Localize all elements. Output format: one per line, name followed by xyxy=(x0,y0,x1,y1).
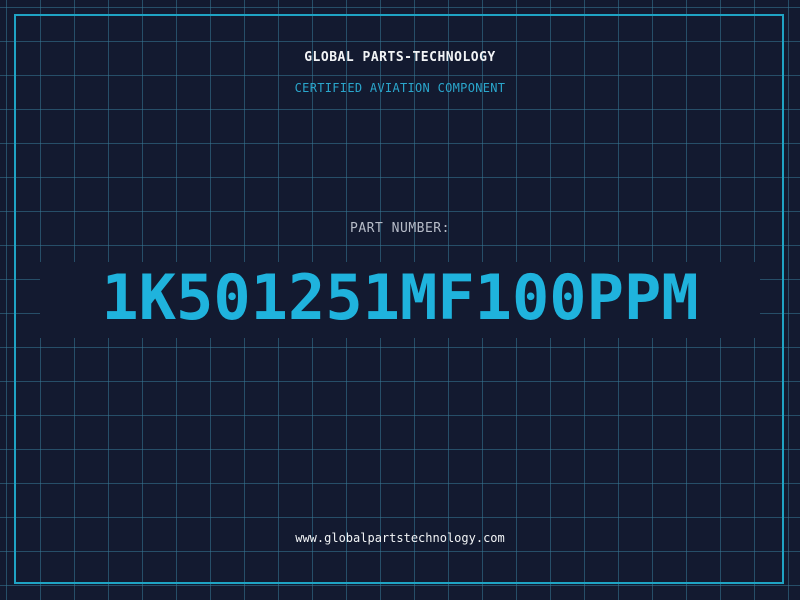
part-number-value: 1K501251MF100PPM xyxy=(101,261,699,334)
tagline: CERTIFIED AVIATION COMPONENT xyxy=(294,81,506,95)
website-link[interactable]: www.globalpartstechnology.com xyxy=(0,531,800,545)
company-name: GLOBAL PARTS-TECHNOLOGY xyxy=(304,50,496,65)
part-number-label: PART NUMBER: xyxy=(350,221,450,236)
certificate-canvas: GLOBAL PARTS-TECHNOLOGY CERTIFIED AVIATI… xyxy=(0,0,800,600)
